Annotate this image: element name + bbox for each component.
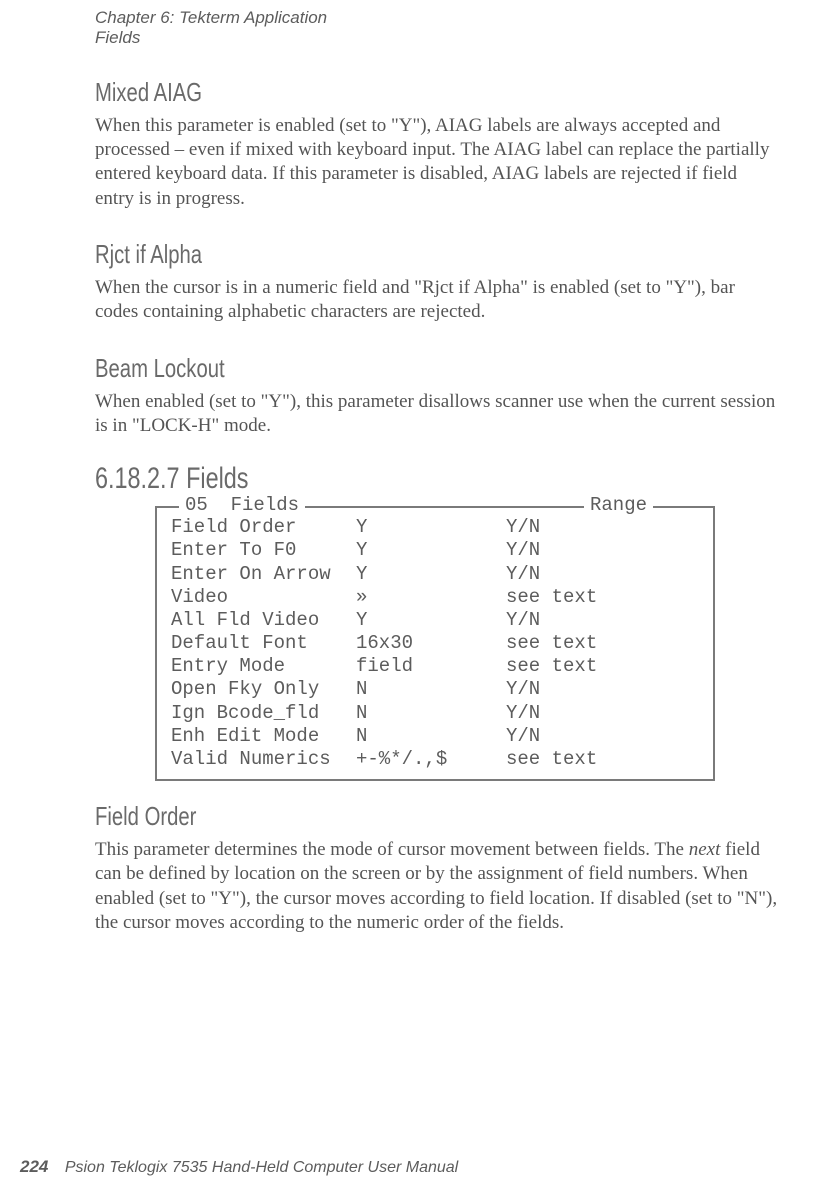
field-name: Entry Mode (171, 655, 356, 678)
field-range: Y/N (506, 678, 699, 701)
field-name: Default Font (171, 632, 356, 655)
page-header: Chapter 6: Tekterm Application Fields (95, 0, 778, 49)
table-row: Ign Bcode_fld N Y/N (171, 702, 699, 725)
heading-fields: 6.18.2.7 Fields (95, 462, 628, 496)
field-range: Y/N (506, 539, 699, 562)
field-value: N (356, 678, 506, 701)
field-range: Y/N (506, 516, 699, 539)
field-range: Y/N (506, 702, 699, 725)
table-row: Default Font 16x30 see text (171, 632, 699, 655)
panel-legend-left: 05 Fields (179, 494, 305, 517)
manual-title: Psion Teklogix 7535 Hand-Held Computer U… (65, 1159, 458, 1176)
field-value: N (356, 725, 506, 748)
field-name: Enter On Arrow (171, 563, 356, 586)
field-value: Y (356, 539, 506, 562)
text-field-order: This parameter determines the mode of cu… (95, 838, 778, 935)
field-range: Y/N (506, 563, 699, 586)
field-value: » (356, 586, 506, 609)
table-row: Open Fky Only N Y/N (171, 678, 699, 701)
heading-mixed-aiag: Mixed AIAG (95, 77, 628, 108)
field-value: field (356, 655, 506, 678)
field-name: All Fld Video (171, 609, 356, 632)
text-field-order-pre: This parameter determines the mode of cu… (95, 839, 689, 860)
fields-panel-wrap: 05 Fields Range Field Order Y Y/N Enter … (155, 506, 715, 781)
text-field-order-em: next (689, 839, 721, 860)
field-value: Y (356, 516, 506, 539)
table-row: All Fld Video Y Y/N (171, 609, 699, 632)
text-mixed-aiag: When this parameter is enabled (set to "… (95, 114, 778, 211)
panel-legend-title: Fields (231, 494, 299, 516)
heading-rjct-if-alpha: Rjct if Alpha (95, 239, 628, 270)
field-name: Field Order (171, 516, 356, 539)
field-value: 16x30 (356, 632, 506, 655)
field-name: Video (171, 586, 356, 609)
table-row: Entry Mode field see text (171, 655, 699, 678)
field-range: see text (506, 632, 699, 655)
table-row: Field Order Y Y/N (171, 516, 699, 539)
page-footer: 224 Psion Teklogix 7535 Hand-Held Comput… (20, 1157, 458, 1177)
heading-field-order: Field Order (95, 801, 628, 832)
table-row: Video » see text (171, 586, 699, 609)
header-chapter: Chapter 6: Tekterm Application (95, 8, 778, 28)
table-row: Valid Numerics +-%*/.,$ see text (171, 748, 699, 771)
heading-beam-lockout: Beam Lockout (95, 353, 628, 384)
field-value: N (356, 702, 506, 725)
panel-legend-right: Range (584, 494, 653, 517)
field-name: Enter To F0 (171, 539, 356, 562)
page-number: 224 (20, 1157, 48, 1176)
field-name: Valid Numerics (171, 748, 356, 771)
field-range: Y/N (506, 725, 699, 748)
panel-legend-number: 05 (185, 494, 208, 516)
table-row: Enh Edit Mode N Y/N (171, 725, 699, 748)
field-value: Y (356, 609, 506, 632)
fields-panel: 05 Fields Range Field Order Y Y/N Enter … (155, 506, 715, 781)
text-beam-lockout: When enabled (set to "Y"), this paramete… (95, 390, 778, 439)
field-range: Y/N (506, 609, 699, 632)
field-name: Open Fky Only (171, 678, 356, 701)
table-row: Enter On Arrow Y Y/N (171, 563, 699, 586)
field-value: Y (356, 563, 506, 586)
field-range: see text (506, 748, 699, 771)
field-name: Ign Bcode_fld (171, 702, 356, 725)
field-range: see text (506, 586, 699, 609)
header-section: Fields (95, 28, 778, 48)
table-row: Enter To F0 Y Y/N (171, 539, 699, 562)
field-range: see text (506, 655, 699, 678)
text-rjct-if-alpha: When the cursor is in a numeric field an… (95, 276, 778, 325)
field-name: Enh Edit Mode (171, 725, 356, 748)
field-value: +-%*/.,$ (356, 748, 506, 771)
